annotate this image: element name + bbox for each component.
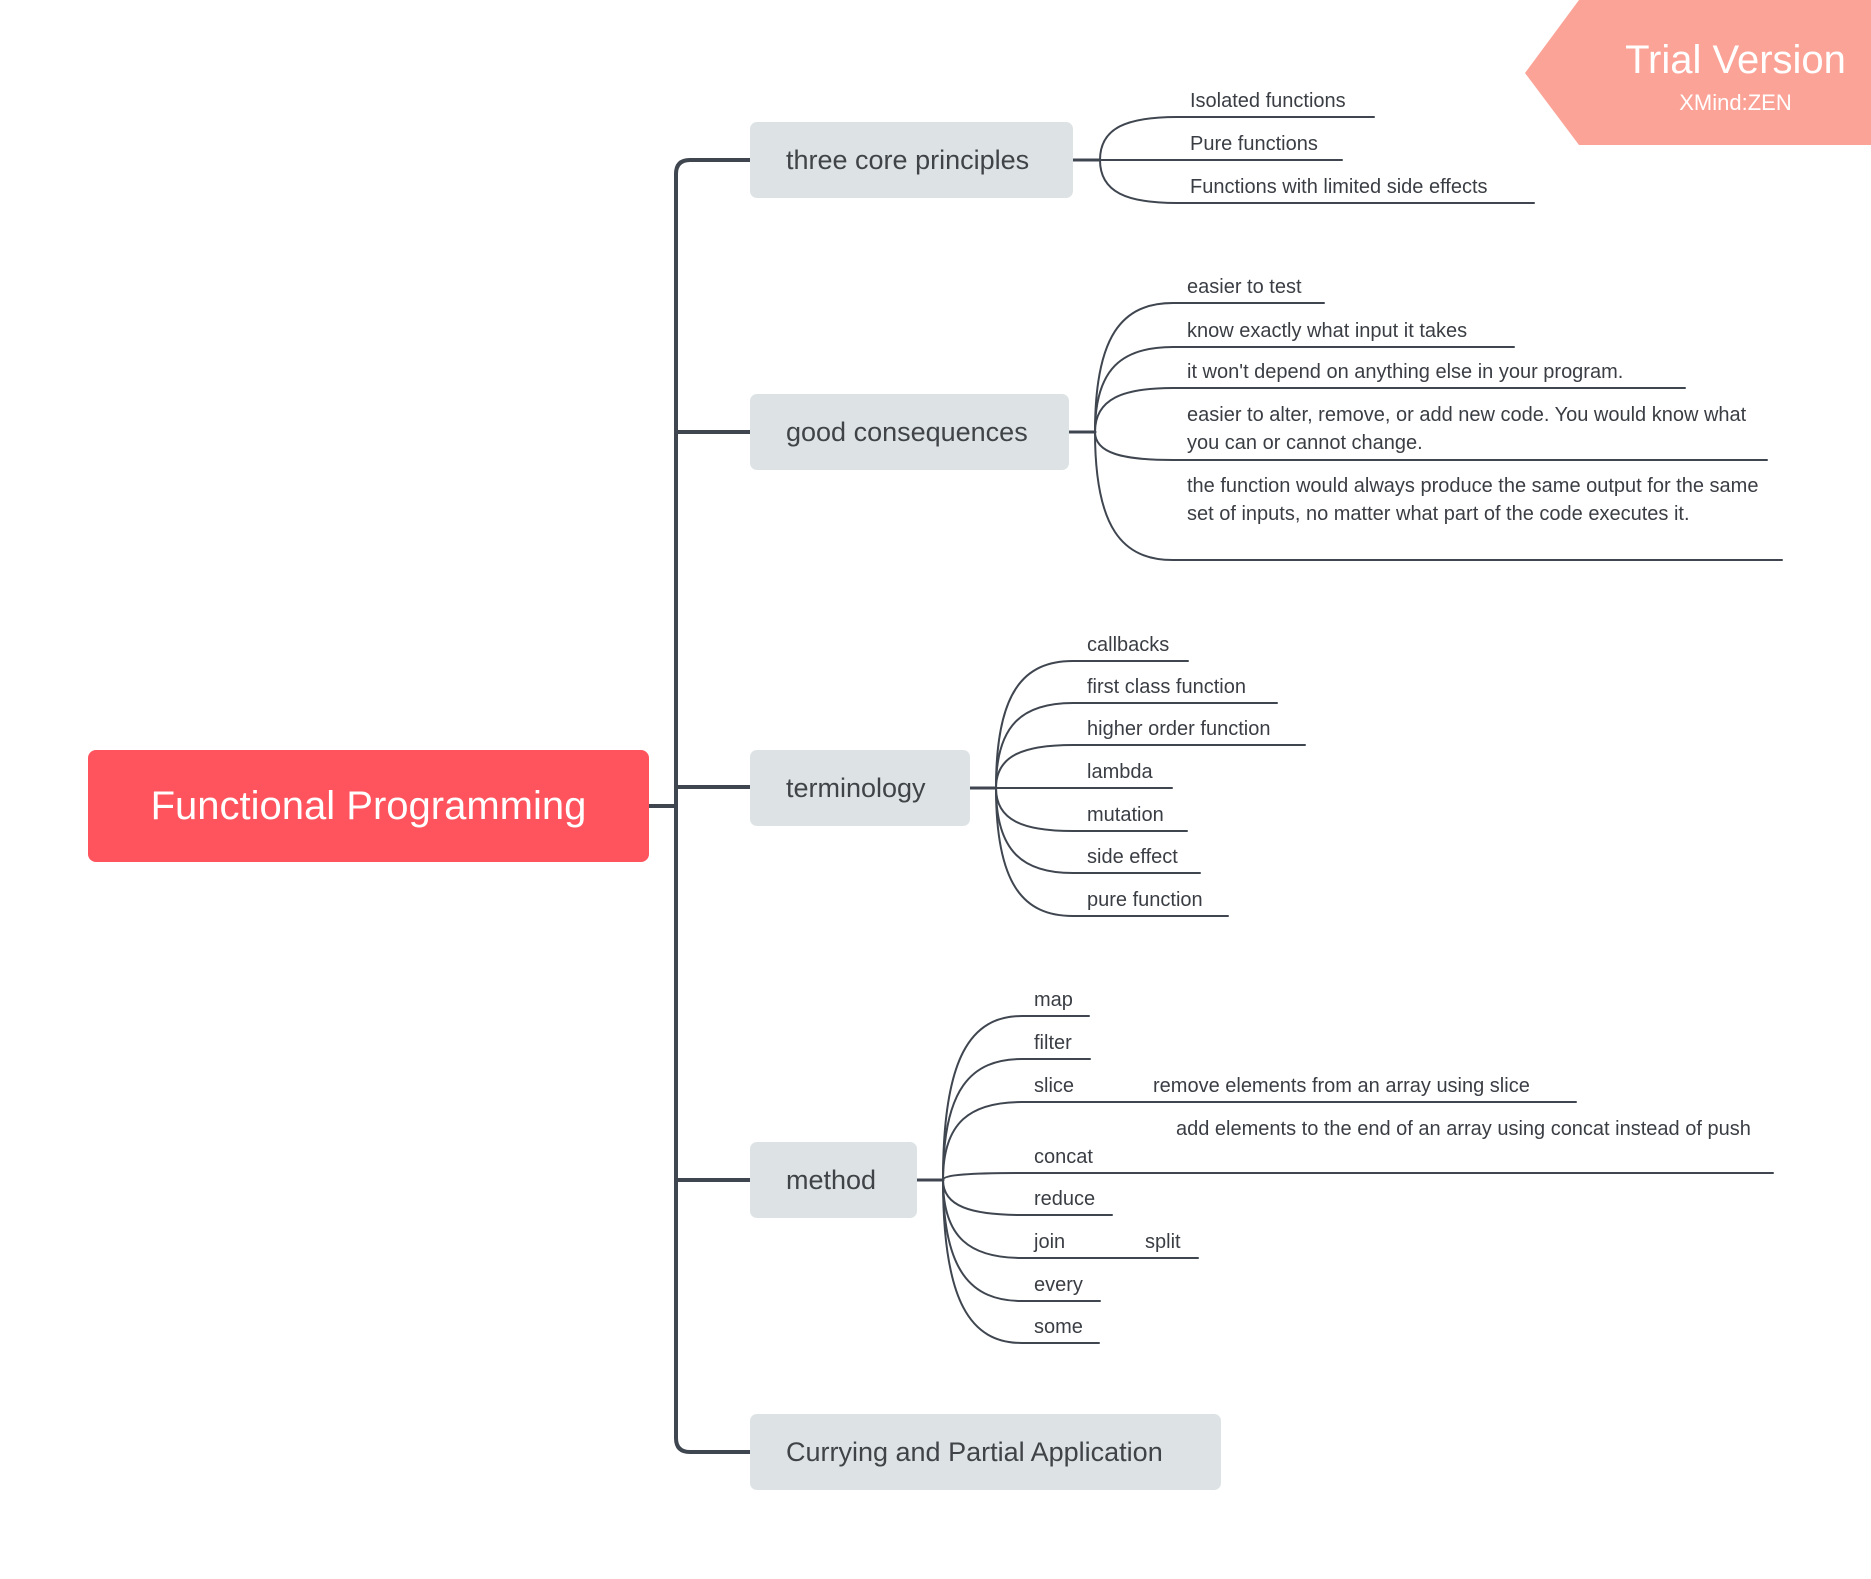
subtopic-some[interactable]: some (1034, 1313, 1083, 1341)
subtopic-mutation[interactable]: mutation (1087, 801, 1164, 829)
subtopic-connector (942, 1172, 1774, 1181)
subtopic-every[interactable]: every (1034, 1271, 1083, 1299)
topic-currying-and-partial-application[interactable]: Currying and Partial Application (750, 1414, 1221, 1490)
subtopic-easier-to-alter[interactable]: easier to alter, remove, or add new code… (1187, 401, 1757, 457)
subtopic-same-output[interactable]: the function would always produce the sa… (1187, 472, 1777, 528)
subtopic-pure-functions[interactable]: Pure functions (1190, 130, 1318, 158)
subtopic-first-class-function[interactable]: first class function (1087, 673, 1246, 701)
topic-label: good consequences (786, 416, 1028, 447)
topic-terminology[interactable]: terminology (750, 750, 970, 826)
subtopic-join[interactable]: join (1034, 1228, 1065, 1256)
watermark-title: Trial Version (1625, 38, 1846, 82)
branch-connector (674, 158, 752, 176)
watermark-subtitle: XMind:ZEN (1679, 90, 1792, 115)
topic-label: three core principles (786, 144, 1030, 175)
subtopic-callbacks[interactable]: callbacks (1087, 631, 1169, 659)
topic-label: method (786, 1164, 877, 1195)
subtopic-easier-to-test[interactable]: easier to test (1187, 273, 1302, 301)
subtopic-functions-with-limited-side-effects[interactable]: Functions with limited side effects (1190, 173, 1488, 201)
subtopic-slice[interactable]: slice (1034, 1072, 1074, 1100)
subtopic-map[interactable]: map (1034, 986, 1073, 1014)
trial-watermark: Trial Version XMind:ZEN (1525, 0, 1871, 145)
topic-good-consequences[interactable]: good consequences (750, 394, 1069, 470)
topic-label: Currying and Partial Application (786, 1436, 1163, 1467)
subtopic-side-effect[interactable]: side effect (1087, 843, 1178, 871)
subtopic-know-exactly-input[interactable]: know exactly what input it takes (1187, 317, 1467, 345)
topic-three-core-principles[interactable]: three core principles (750, 122, 1073, 198)
subtopic-lambda[interactable]: lambda (1087, 758, 1153, 786)
subtopic-reduce[interactable]: reduce (1034, 1185, 1095, 1213)
subtopic-isolated-functions[interactable]: Isolated functions (1190, 87, 1346, 115)
subtopic-pure-function[interactable]: pure function (1087, 886, 1203, 914)
subtopic-wont-depend[interactable]: it won't depend on anything else in your… (1187, 358, 1623, 386)
subtopic-filter[interactable]: filter (1034, 1029, 1072, 1057)
branch-connector (674, 1436, 752, 1454)
topic-label: terminology (786, 772, 926, 803)
central-topic-label: Functional Programming (150, 783, 587, 828)
central-topic[interactable]: Functional Programming (88, 750, 649, 862)
topic-method[interactable]: method (750, 1142, 917, 1218)
subtopic-slice-detail[interactable]: remove elements from an array using slic… (1153, 1072, 1530, 1100)
subtopic-concat-detail[interactable]: add elements to the end of an array usin… (1176, 1115, 1766, 1143)
subtopic-split[interactable]: split (1145, 1228, 1181, 1256)
subtopic-concat[interactable]: concat (1034, 1143, 1093, 1171)
subtopic-higher-order-function[interactable]: higher order function (1087, 715, 1270, 743)
